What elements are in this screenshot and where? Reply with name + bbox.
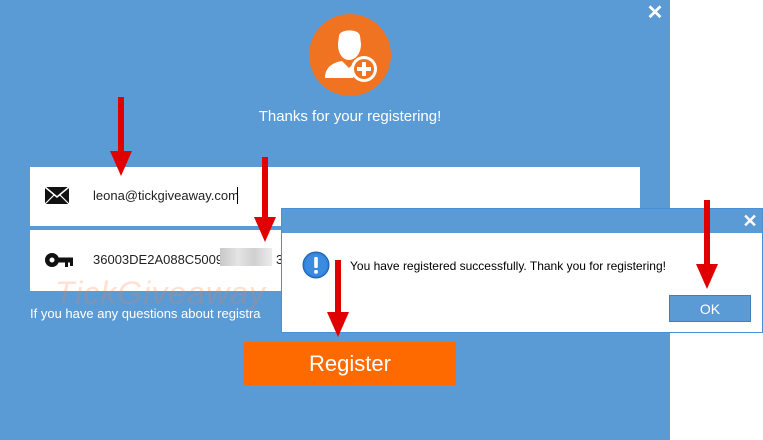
annotation-arrow-key — [254, 157, 276, 242]
help-text: If you have any questions about registra — [30, 306, 261, 321]
license-key-value: 36003DE2A088C5009 — [93, 252, 224, 267]
envelope-icon — [44, 186, 70, 211]
annotation-arrow-ok — [696, 200, 718, 289]
success-message: You have registered successfully. Thank … — [350, 259, 666, 273]
info-icon — [302, 251, 330, 284]
register-button[interactable]: Register — [244, 342, 456, 385]
close-icon[interactable]: ✕ — [645, 3, 665, 23]
annotation-arrow-email — [110, 97, 132, 176]
success-dialog: ✕ You have registered successfully. Than… — [281, 208, 763, 333]
user-add-icon — [309, 14, 391, 96]
redacted-key-segment — [220, 248, 272, 266]
ok-button[interactable]: OK — [669, 295, 751, 322]
text-caret — [237, 187, 238, 204]
close-icon[interactable]: ✕ — [740, 211, 760, 231]
dialog-titlebar: ✕ — [282, 209, 762, 233]
annotation-arrow-register — [327, 260, 349, 337]
key-icon — [44, 252, 74, 273]
thanks-message: Thanks for your registering! — [258, 108, 442, 125]
email-value: leona@tickgiveaway.com — [93, 188, 239, 203]
